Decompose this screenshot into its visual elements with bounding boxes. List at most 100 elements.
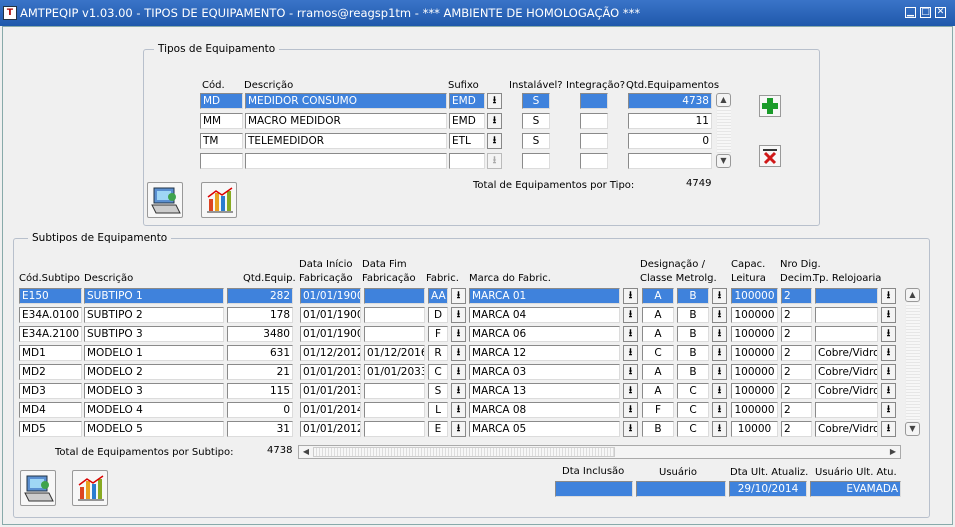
subtipo-nro-field[interactable]: 2 — [781, 421, 812, 437]
fabric-dropdown-button[interactable]: ⭳ — [451, 326, 466, 342]
subtipo-inicio-field[interactable]: 01/01/1900 — [300, 307, 361, 323]
subtipo-inicio-field[interactable]: 01/01/2013 — [300, 364, 361, 380]
subtipo-inicio-field[interactable]: 01/01/2012 — [300, 421, 361, 437]
subtipo-fabric-field[interactable]: F — [428, 326, 448, 342]
subtipo-desig-field[interactable]: A — [642, 326, 674, 342]
subtipo-fim-field[interactable] — [364, 307, 425, 323]
marca-dropdown-button[interactable]: ⭳ — [623, 345, 638, 361]
subtipo-nro-field[interactable]: 2 — [781, 326, 812, 342]
tipo-descricao-field[interactable] — [245, 153, 447, 169]
tipo-descricao-field[interactable]: MEDIDOR CONSUMO — [245, 93, 447, 109]
subtipo-inicio-field[interactable]: 01/01/1900 — [300, 326, 361, 342]
relojoaria-dropdown-button[interactable]: ⭳ — [881, 326, 896, 342]
subtipo-marca-field[interactable]: MARCA 05 — [469, 421, 620, 437]
tipos-chart-button[interactable] — [201, 182, 237, 218]
subtipo-fabric-field[interactable]: R — [428, 345, 448, 361]
fabric-dropdown-button[interactable]: ⭳ — [451, 383, 466, 399]
tipo-cod-field[interactable]: MM — [200, 113, 243, 129]
tipo-cod-field[interactable]: TM — [200, 133, 243, 149]
subtipo-marca-field[interactable]: MARCA 12 — [469, 345, 620, 361]
subtipo-marca-field[interactable]: MARCA 13 — [469, 383, 620, 399]
subtipo-inicio-field[interactable]: 01/12/2012 — [300, 345, 361, 361]
subtipo-capac-field[interactable]: 100000 — [731, 326, 778, 342]
subtipo-fim-field[interactable] — [364, 402, 425, 418]
subtipo-desig-field[interactable]: B — [642, 421, 674, 437]
tipo-qtd-field[interactable] — [628, 153, 712, 169]
subtipo-fim-field[interactable]: 01/12/2016 — [364, 345, 425, 361]
classe-dropdown-button[interactable]: ⭳ — [712, 421, 727, 437]
subtipos-chart-button[interactable] — [72, 470, 108, 506]
subtipo-fim-field[interactable] — [364, 326, 425, 342]
subtipo-desig-field[interactable]: A — [642, 288, 674, 304]
subtipo-capac-field[interactable]: 100000 — [731, 402, 778, 418]
subtipo-qtd-field[interactable]: 3480 — [227, 326, 293, 342]
subtipo-desig-field[interactable]: A — [642, 383, 674, 399]
subtipo-nro-field[interactable]: 2 — [781, 383, 812, 399]
subtipo-descricao-field[interactable]: SUBTIPO 3 — [84, 326, 224, 342]
subtipo-inicio-field[interactable]: 01/01/2014 — [300, 402, 361, 418]
tipo-sufixo-field[interactable]: EMD — [449, 113, 485, 129]
relojoaria-dropdown-button[interactable]: ⭳ — [881, 307, 896, 323]
subtipo-relojoaria-field[interactable]: Cobre/Vidro — [815, 345, 878, 361]
relojoaria-dropdown-button[interactable]: ⭳ — [881, 402, 896, 418]
subtipo-marca-field[interactable]: MARCA 08 — [469, 402, 620, 418]
tipo-cod-field[interactable] — [200, 153, 243, 169]
subtipo-cod-field[interactable]: E34A.2100 — [19, 326, 82, 342]
subtipo-capac-field[interactable]: 100000 — [731, 307, 778, 323]
subtipos-computer-button[interactable] — [20, 470, 56, 506]
tipo-instalavel-field[interactable] — [522, 153, 550, 169]
tipo-qtd-field[interactable]: 0 — [628, 133, 712, 149]
scroll-thumb[interactable] — [313, 447, 615, 457]
fabric-dropdown-button[interactable]: ⭳ — [451, 307, 466, 323]
subtipo-capac-field[interactable]: 100000 — [731, 288, 778, 304]
tipo-integracao-field[interactable] — [580, 93, 608, 109]
tipos-scroll-up-button[interactable]: ▲ — [716, 93, 731, 107]
subtipo-inicio-field[interactable]: 01/01/1900 — [300, 288, 361, 304]
subtipo-classe-field[interactable]: C — [677, 421, 709, 437]
tipo-sufixo-field[interactable]: ETL — [449, 133, 485, 149]
subtipo-qtd-field[interactable]: 178 — [227, 307, 293, 323]
relojoaria-dropdown-button[interactable]: ⭳ — [881, 383, 896, 399]
tipo-instalavel-field[interactable]: S — [522, 113, 550, 129]
marca-dropdown-button[interactable]: ⭳ — [623, 383, 638, 399]
tipo-integracao-field[interactable] — [580, 153, 608, 169]
subtipo-fabric-field[interactable]: E — [428, 421, 448, 437]
subtipos-hscroll-track[interactable]: ◀ ▶ — [298, 445, 901, 459]
classe-dropdown-button[interactable]: ⭳ — [712, 288, 727, 304]
subtipo-classe-field[interactable]: B — [677, 307, 709, 323]
subtipo-fim-field[interactable] — [364, 288, 425, 304]
marca-dropdown-button[interactable]: ⭳ — [623, 402, 638, 418]
subtipo-qtd-field[interactable]: 282 — [227, 288, 293, 304]
subtipo-qtd-field[interactable]: 0 — [227, 402, 293, 418]
subtipo-relojoaria-field[interactable] — [815, 307, 878, 323]
subtipo-fabric-field[interactable]: L — [428, 402, 448, 418]
classe-dropdown-button[interactable]: ⭳ — [712, 402, 727, 418]
classe-dropdown-button[interactable]: ⭳ — [712, 326, 727, 342]
scroll-left-button[interactable]: ◀ — [299, 446, 313, 458]
subtipo-descricao-field[interactable]: SUBTIPO 1 — [84, 288, 224, 304]
subtipo-capac-field[interactable]: 10000 — [731, 421, 778, 437]
subtipo-capac-field[interactable]: 100000 — [731, 345, 778, 361]
subtipo-marca-field[interactable]: MARCA 01 — [469, 288, 620, 304]
classe-dropdown-button[interactable]: ⭳ — [712, 383, 727, 399]
tipos-computer-button[interactable] — [147, 182, 183, 218]
classe-dropdown-button[interactable]: ⭳ — [712, 345, 727, 361]
fabric-dropdown-button[interactable]: ⭳ — [451, 421, 466, 437]
marca-dropdown-button[interactable]: ⭳ — [623, 326, 638, 342]
subtipo-fim-field[interactable] — [364, 383, 425, 399]
sufixo-dropdown-button[interactable]: ⭳ — [487, 113, 502, 129]
tipo-instalavel-field[interactable]: S — [522, 133, 550, 149]
fabric-dropdown-button[interactable]: ⭳ — [451, 364, 466, 380]
subtipo-qtd-field[interactable]: 115 — [227, 383, 293, 399]
subtipo-cod-field[interactable]: MD1 — [19, 345, 82, 361]
tipo-cod-field[interactable]: MD — [200, 93, 243, 109]
subtipo-nro-field[interactable]: 2 — [781, 345, 812, 361]
subtipo-cod-field[interactable]: MD4 — [19, 402, 82, 418]
tipo-sufixo-field[interactable] — [449, 153, 485, 169]
maximize-button[interactable]: □ — [920, 7, 931, 18]
sufixo-dropdown-button[interactable]: ⭳ — [487, 133, 502, 149]
subtipo-classe-field[interactable]: C — [677, 402, 709, 418]
tipos-scroll-track[interactable] — [716, 108, 731, 153]
subtipo-fim-field[interactable] — [364, 421, 425, 437]
tipo-sufixo-field[interactable]: EMD — [449, 93, 485, 109]
